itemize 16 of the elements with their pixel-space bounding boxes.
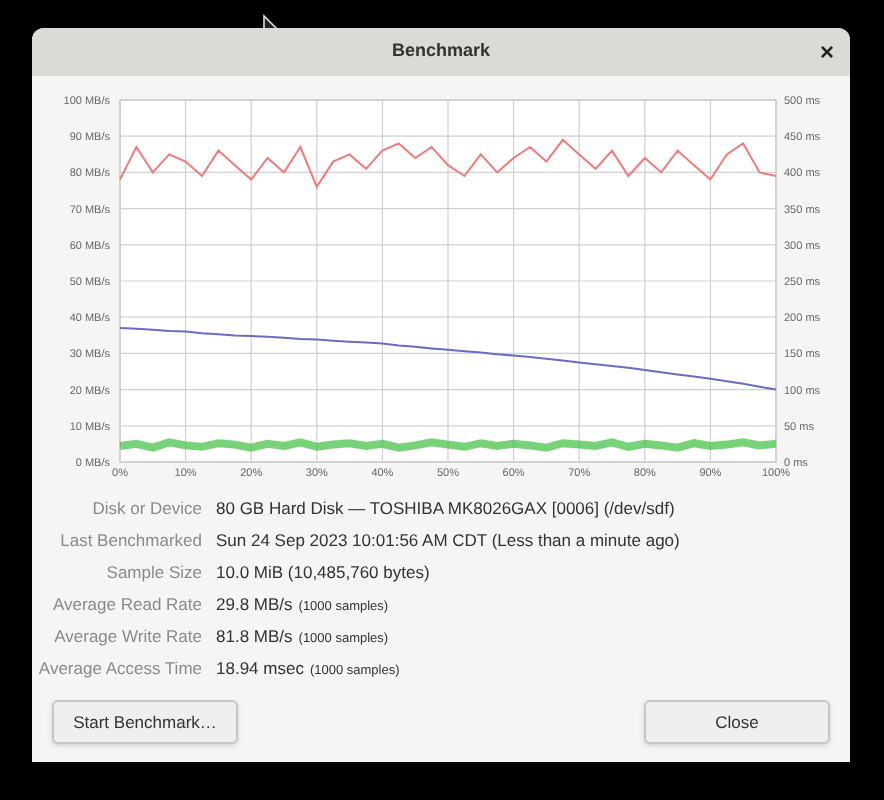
field-value: 81.8 MB/s [216,624,293,650]
field-label: Average Read Rate [50,592,202,618]
field-label: Sample Size [104,560,202,586]
field-label: Average Access Time [36,656,202,682]
field-value: 18.94 msec [216,656,304,682]
field-value: Sun 24 Sep 2023 10:01:56 AM CDT (Less than a minute ago) [216,528,680,554]
close-dialog-button[interactable]: Close [644,700,830,744]
start-benchmark-button[interactable]: Start Benchmark… [52,700,238,744]
field-value: 80 GB Hard Disk — TOSHIBA MK8026GAX [0006] (/dev/sdf) [216,496,675,522]
field-label: Last Benchmarked [58,528,202,554]
field-value: 10.0 MiB (10,485,760 bytes) [216,560,430,586]
close-button[interactable]: × [819,36,834,68]
window-title: Benchmark [391,38,491,65]
field-value: 29.8 MB/s [216,592,293,618]
field-label: Disk or Device [90,496,202,522]
field-label: Average Write Rate [52,624,202,650]
